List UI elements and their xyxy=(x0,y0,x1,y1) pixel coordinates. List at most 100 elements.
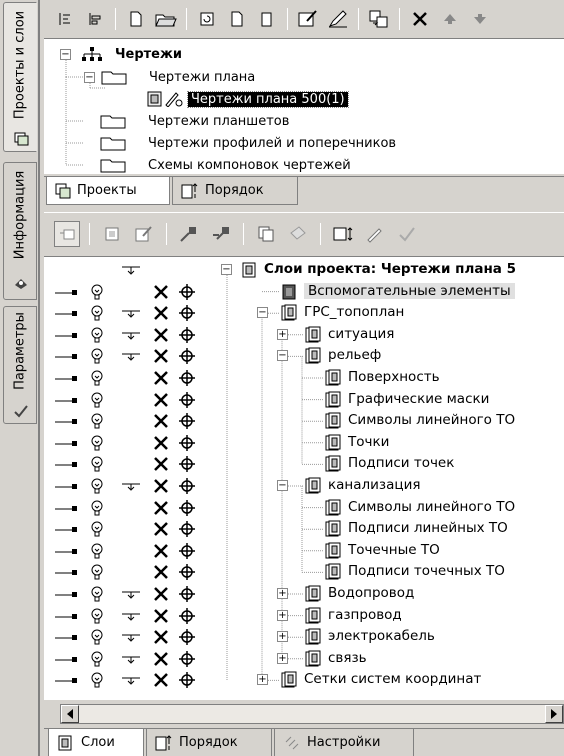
paint-button[interactable] xyxy=(285,221,311,247)
tab-order-bottom[interactable]: Порядок xyxy=(146,729,272,756)
document-button[interactable] xyxy=(224,6,250,32)
unlink-layer-button[interactable] xyxy=(208,221,234,247)
scroll-left-button[interactable] xyxy=(61,705,79,723)
collapse-toggle[interactable]: − xyxy=(84,71,95,83)
layer-row[interactable]: + электрокабель xyxy=(44,626,564,648)
lightbulb-icon xyxy=(91,586,103,602)
lock-cross-icon xyxy=(154,306,168,321)
layer-row[interactable]: + ситуация xyxy=(44,324,564,346)
layer-label: Поверхность xyxy=(348,369,440,385)
layer-add-button[interactable] xyxy=(54,220,80,247)
expand-toggle[interactable]: + xyxy=(257,674,268,686)
expand-toggle[interactable]: + xyxy=(277,588,288,599)
layer-icon xyxy=(305,477,321,494)
lightbulb-icon xyxy=(91,629,103,645)
project-item[interactable]: Чертежи планшетов xyxy=(100,110,289,132)
align-left-button[interactable] xyxy=(52,6,78,32)
copy-document-button[interactable] xyxy=(254,6,280,32)
open-folder-icon xyxy=(155,14,177,27)
layer-row[interactable]: Подписи линейных ТО xyxy=(44,518,564,540)
layer-icon xyxy=(325,455,341,472)
collapse-toggle[interactable]: − xyxy=(60,48,71,60)
tab-layers[interactable]: Слои xyxy=(48,729,144,756)
layer-row[interactable]: Символы линейного ТО xyxy=(44,497,564,519)
tab-settings[interactable]: Настройки xyxy=(274,729,414,756)
layer-label: Подписи линейных ТО xyxy=(348,520,508,537)
layer-icon xyxy=(305,650,321,667)
edit-icon xyxy=(367,227,382,243)
tab-projects[interactable]: Проекты xyxy=(46,177,170,205)
info-icon xyxy=(15,279,27,289)
move-down-button[interactable] xyxy=(467,6,493,32)
pin-icon xyxy=(55,419,77,425)
pin-icon xyxy=(55,354,77,360)
horizontal-scrollbar[interactable] xyxy=(60,704,564,724)
edit-pencil-button[interactable] xyxy=(325,6,351,32)
layer-row[interactable]: Поверхность xyxy=(44,367,564,389)
layer-row[interactable]: + Водопровод xyxy=(44,583,564,605)
layer-label: Символы линейного ТО xyxy=(348,498,516,515)
expand-toggle[interactable]: + xyxy=(277,328,288,340)
side-tab-parameters[interactable]: Параметры xyxy=(3,306,37,424)
sublayer-link-icon xyxy=(122,634,140,642)
expand-toggle[interactable]: + xyxy=(277,609,288,621)
project-item[interactable]: Чертежи профилей и поперечников xyxy=(100,132,396,154)
new-document-icon xyxy=(130,11,142,27)
refresh-button[interactable] xyxy=(194,6,220,32)
layer-label: Водопровод xyxy=(328,585,415,601)
arrow-left-icon xyxy=(67,709,73,719)
layer-row[interactable]: − канализация xyxy=(44,475,564,497)
layer-row[interactable]: + связь xyxy=(44,648,564,670)
layer-row[interactable]: Вспомогательные элементы xyxy=(44,281,564,303)
layer-row[interactable]: + Сетки систем координат xyxy=(44,669,564,691)
lightbulb-icon xyxy=(91,478,103,494)
collapse-toggle[interactable]: − xyxy=(277,480,288,491)
layer-row[interactable]: Символы линейного ТО xyxy=(44,410,564,432)
delete-button[interactable] xyxy=(407,6,433,32)
project-item-selected[interactable]: Чертежи плана 500(1) xyxy=(106,88,349,110)
collapse-toggle[interactable]: − xyxy=(277,350,288,362)
folder-icon xyxy=(101,71,127,85)
layer-button[interactable] xyxy=(99,221,125,247)
frame-button[interactable] xyxy=(330,221,356,247)
side-tab-projects-layers[interactable]: Проекты и слои xyxy=(3,2,37,152)
pin-icon xyxy=(55,527,77,533)
new-document-button[interactable] xyxy=(123,6,149,32)
side-tab-information[interactable]: Информация xyxy=(3,162,37,300)
import-button[interactable] xyxy=(366,6,392,32)
lightbulb-icon xyxy=(91,392,103,408)
layer-label: Вспомогательные элементы xyxy=(304,282,515,299)
layer-row[interactable]: + газпровод xyxy=(44,605,564,627)
project-root-row[interactable]: − Чертежи xyxy=(60,43,182,65)
align-center-icon xyxy=(89,13,101,25)
align-center-button[interactable] xyxy=(82,6,108,32)
layer-icon xyxy=(305,585,321,602)
expand-toggle[interactable]: + xyxy=(277,631,288,643)
edit-button[interactable] xyxy=(362,221,388,247)
layer-properties-button[interactable] xyxy=(131,221,157,247)
layer-row[interactable]: Подписи точечных ТО xyxy=(44,561,564,583)
tab-order[interactable]: Порядок xyxy=(172,177,298,205)
layer-add-icon xyxy=(60,229,75,239)
document-icon xyxy=(231,11,243,27)
properties-button[interactable] xyxy=(295,6,321,32)
layer-row[interactable]: Точки xyxy=(44,432,564,454)
layer-icon xyxy=(281,304,297,321)
side-tab-label: Проекты и слои xyxy=(12,11,28,120)
apply-button[interactable] xyxy=(394,221,420,247)
link-layer-button[interactable] xyxy=(176,221,202,247)
project-item[interactable]: − Чертежи плана xyxy=(84,66,255,88)
move-up-button[interactable] xyxy=(437,6,463,32)
expand-toggle[interactable]: + xyxy=(277,652,288,664)
tab-label: Порядок xyxy=(205,183,264,198)
layer-row[interactable]: − ГРС_топоплан xyxy=(44,302,564,324)
open-folder-button[interactable] xyxy=(153,6,179,32)
collapse-toggle[interactable]: − xyxy=(257,307,268,319)
copy-button[interactable] xyxy=(253,221,279,247)
project-item[interactable]: Схемы компоновок чертежей xyxy=(100,154,351,176)
layer-row[interactable]: Графические маски xyxy=(44,389,564,411)
layer-row[interactable]: − рельеф xyxy=(44,345,564,367)
scroll-right-button[interactable] xyxy=(545,705,563,723)
layer-row[interactable]: Подписи точек xyxy=(44,453,564,475)
layer-row[interactable]: Точечные ТО xyxy=(44,540,564,562)
